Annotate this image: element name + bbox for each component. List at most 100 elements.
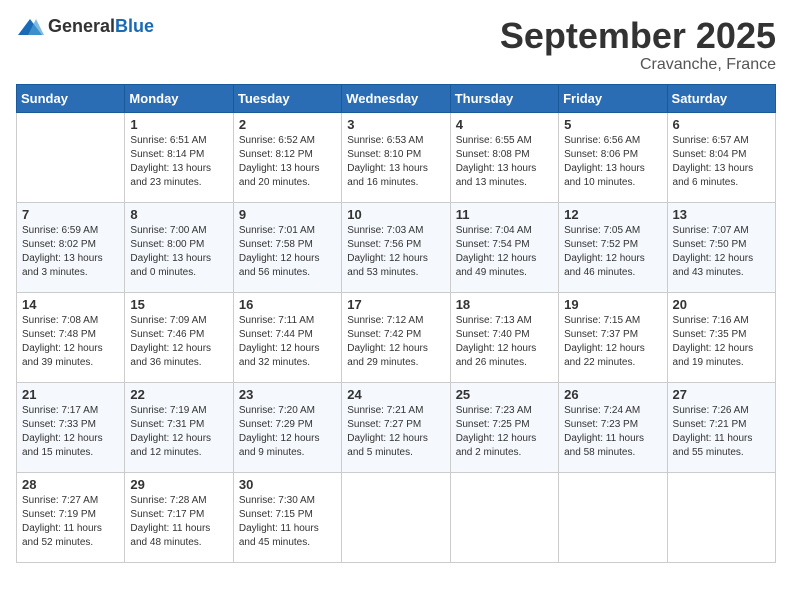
table-row: 10 Sunrise: 7:03 AMSunset: 7:56 PMDayligh… [342,202,450,292]
week-row-3: 14Sunrise: 7:08 AMSunset: 7:48 PMDayligh… [17,292,776,382]
day-number: 11 [456,207,553,222]
day-number: 17 [347,297,444,312]
day-info: Sunrise: 7:04 AMSunset: 7:54 PMDaylight:… [456,224,553,280]
logo-icon [16,17,44,37]
day-number: 22 [130,387,227,402]
day-info: Sunrise: 7:27 AMSunset: 7:19 PMDaylight:… [22,494,119,550]
day-info: Sunrise: 7:09 AMSunset: 7:46 PMDaylight:… [130,314,227,370]
table-row [450,472,558,562]
month-title: September 2025 [500,16,776,56]
week-row-2: 7Sunrise: 6:59 AMSunset: 8:02 PMDaylight… [17,202,776,292]
table-row: 17 Sunrise: 7:12 AMSunset: 7:42 PMDayligh… [342,292,450,382]
table-row: 5 Sunrise: 6:56 AMSunset: 8:06 PMDaylight… [559,112,667,202]
day-number: 28 [22,477,119,492]
location-title: Cravanche, France [500,56,776,74]
week-row-5: 28 Sunrise: 7:27 AMSunset: 7:19 PMDayligh… [17,472,776,562]
day-number: 8 [130,207,227,222]
day-number: 25 [456,387,553,402]
col-friday: Friday [559,84,667,112]
table-row: 15 Sunrise: 7:09 AMSunset: 7:46 PMDayligh… [125,292,233,382]
day-info: Sunrise: 7:30 AMSunset: 7:15 PMDaylight:… [239,494,336,550]
table-row: 25 Sunrise: 7:23 AMSunset: 7:25 PMDayligh… [450,382,558,472]
day-info: Sunrise: 7:16 AMSunset: 7:35 PMDaylight:… [673,314,770,370]
table-row: 29 Sunrise: 7:28 AMSunset: 7:17 PMDayligh… [125,472,233,562]
day-number: 9 [239,207,336,222]
day-info: Sunrise: 7:24 AMSunset: 7:23 PMDaylight:… [564,404,661,460]
header: GeneralBlue September 2025 Cravanche, Fr… [16,16,776,74]
day-info: Sunrise: 7:12 AMSunset: 7:42 PMDaylight:… [347,314,444,370]
day-info: Sunrise: 7:07 AMSunset: 7:50 PMDaylight:… [673,224,770,280]
day-info: Sunrise: 7:13 AMSunset: 7:40 PMDaylight:… [456,314,553,370]
day-info: Sunrise: 6:53 AMSunset: 8:10 PMDaylight:… [347,134,444,190]
day-number: 12 [564,207,661,222]
day-info: Sunrise: 7:19 AMSunset: 7:31 PMDaylight:… [130,404,227,460]
table-row: 30 Sunrise: 7:30 AMSunset: 7:15 PMDayligh… [233,472,341,562]
col-sunday: Sunday [17,84,125,112]
day-info: Sunrise: 7:01 AMSunset: 7:58 PMDaylight:… [239,224,336,280]
table-row: 2 Sunrise: 6:52 AMSunset: 8:12 PMDaylight… [233,112,341,202]
day-number: 26 [564,387,661,402]
day-info: Sunrise: 6:57 AMSunset: 8:04 PMDaylight:… [673,134,770,190]
day-info: Sunrise: 7:05 AMSunset: 7:52 PMDaylight:… [564,224,661,280]
table-row: 4Sunrise: 6:55 AMSunset: 8:08 PMDaylight… [450,112,558,202]
day-info: Sunrise: 7:17 AMSunset: 7:33 PMDaylight:… [22,404,119,460]
table-row: 12 Sunrise: 7:05 AMSunset: 7:52 PMDayligh… [559,202,667,292]
table-row: 27Sunrise: 7:26 AMSunset: 7:21 PMDayligh… [667,382,775,472]
day-info: Sunrise: 7:15 AMSunset: 7:37 PMDaylight:… [564,314,661,370]
table-row [342,472,450,562]
day-info: Sunrise: 6:52 AMSunset: 8:12 PMDaylight:… [239,134,336,190]
day-number: 21 [22,387,119,402]
week-row-1: 1 Sunrise: 6:51 AMSunset: 8:14 PMDaylight… [17,112,776,202]
day-info: Sunrise: 7:03 AMSunset: 7:56 PMDaylight:… [347,224,444,280]
day-info: Sunrise: 7:28 AMSunset: 7:17 PMDaylight:… [130,494,227,550]
day-info: Sunrise: 7:23 AMSunset: 7:25 PMDaylight:… [456,404,553,460]
day-info: Sunrise: 6:56 AMSunset: 8:06 PMDaylight:… [564,134,661,190]
day-info: Sunrise: 7:11 AMSunset: 7:44 PMDaylight:… [239,314,336,370]
day-number: 18 [456,297,553,312]
col-tuesday: Tuesday [233,84,341,112]
day-info: Sunrise: 7:08 AMSunset: 7:48 PMDaylight:… [22,314,119,370]
table-row: 16Sunrise: 7:11 AMSunset: 7:44 PMDayligh… [233,292,341,382]
day-number: 30 [239,477,336,492]
col-wednesday: Wednesday [342,84,450,112]
title-area: September 2025 Cravanche, France [500,16,776,74]
table-row: 24Sunrise: 7:21 AMSunset: 7:27 PMDayligh… [342,382,450,472]
table-row [559,472,667,562]
logo-general: General [48,16,115,36]
day-number: 15 [130,297,227,312]
day-number: 1 [130,117,227,132]
calendar-header-row: Sunday Monday Tuesday Wednesday Thursday… [17,84,776,112]
day-info: Sunrise: 6:51 AMSunset: 8:14 PMDaylight:… [130,134,227,190]
table-row: 28 Sunrise: 7:27 AMSunset: 7:19 PMDayligh… [17,472,125,562]
table-row: 19 Sunrise: 7:15 AMSunset: 7:37 PMDayligh… [559,292,667,382]
logo: GeneralBlue [16,16,154,37]
day-number: 6 [673,117,770,132]
day-number: 20 [673,297,770,312]
table-row: 7Sunrise: 6:59 AMSunset: 8:02 PMDaylight… [17,202,125,292]
table-row: 8 Sunrise: 7:00 AMSunset: 8:00 PMDaylight… [125,202,233,292]
col-saturday: Saturday [667,84,775,112]
table-row: 23Sunrise: 7:20 AMSunset: 7:29 PMDayligh… [233,382,341,472]
table-row: 21 Sunrise: 7:17 AMSunset: 7:33 PMDayligh… [17,382,125,472]
calendar-table: Sunday Monday Tuesday Wednesday Thursday… [16,84,776,563]
col-monday: Monday [125,84,233,112]
day-number: 5 [564,117,661,132]
day-info: Sunrise: 7:20 AMSunset: 7:29 PMDaylight:… [239,404,336,460]
day-number: 19 [564,297,661,312]
table-row [17,112,125,202]
table-row: 18 Sunrise: 7:13 AMSunset: 7:40 PMDayligh… [450,292,558,382]
table-row: 3Sunrise: 6:53 AMSunset: 8:10 PMDaylight… [342,112,450,202]
day-number: 10 [347,207,444,222]
table-row: 14Sunrise: 7:08 AMSunset: 7:48 PMDayligh… [17,292,125,382]
table-row: 13 Sunrise: 7:07 AMSunset: 7:50 PMDayligh… [667,202,775,292]
day-number: 24 [347,387,444,402]
day-info: Sunrise: 7:00 AMSunset: 8:00 PMDaylight:… [130,224,227,280]
day-number: 13 [673,207,770,222]
table-row: 6 Sunrise: 6:57 AMSunset: 8:04 PMDaylight… [667,112,775,202]
col-thursday: Thursday [450,84,558,112]
table-row: 1 Sunrise: 6:51 AMSunset: 8:14 PMDaylight… [125,112,233,202]
day-number: 29 [130,477,227,492]
table-row: 9 Sunrise: 7:01 AMSunset: 7:58 PMDaylight… [233,202,341,292]
day-info: Sunrise: 7:26 AMSunset: 7:21 PMDaylight:… [673,404,770,460]
day-number: 2 [239,117,336,132]
